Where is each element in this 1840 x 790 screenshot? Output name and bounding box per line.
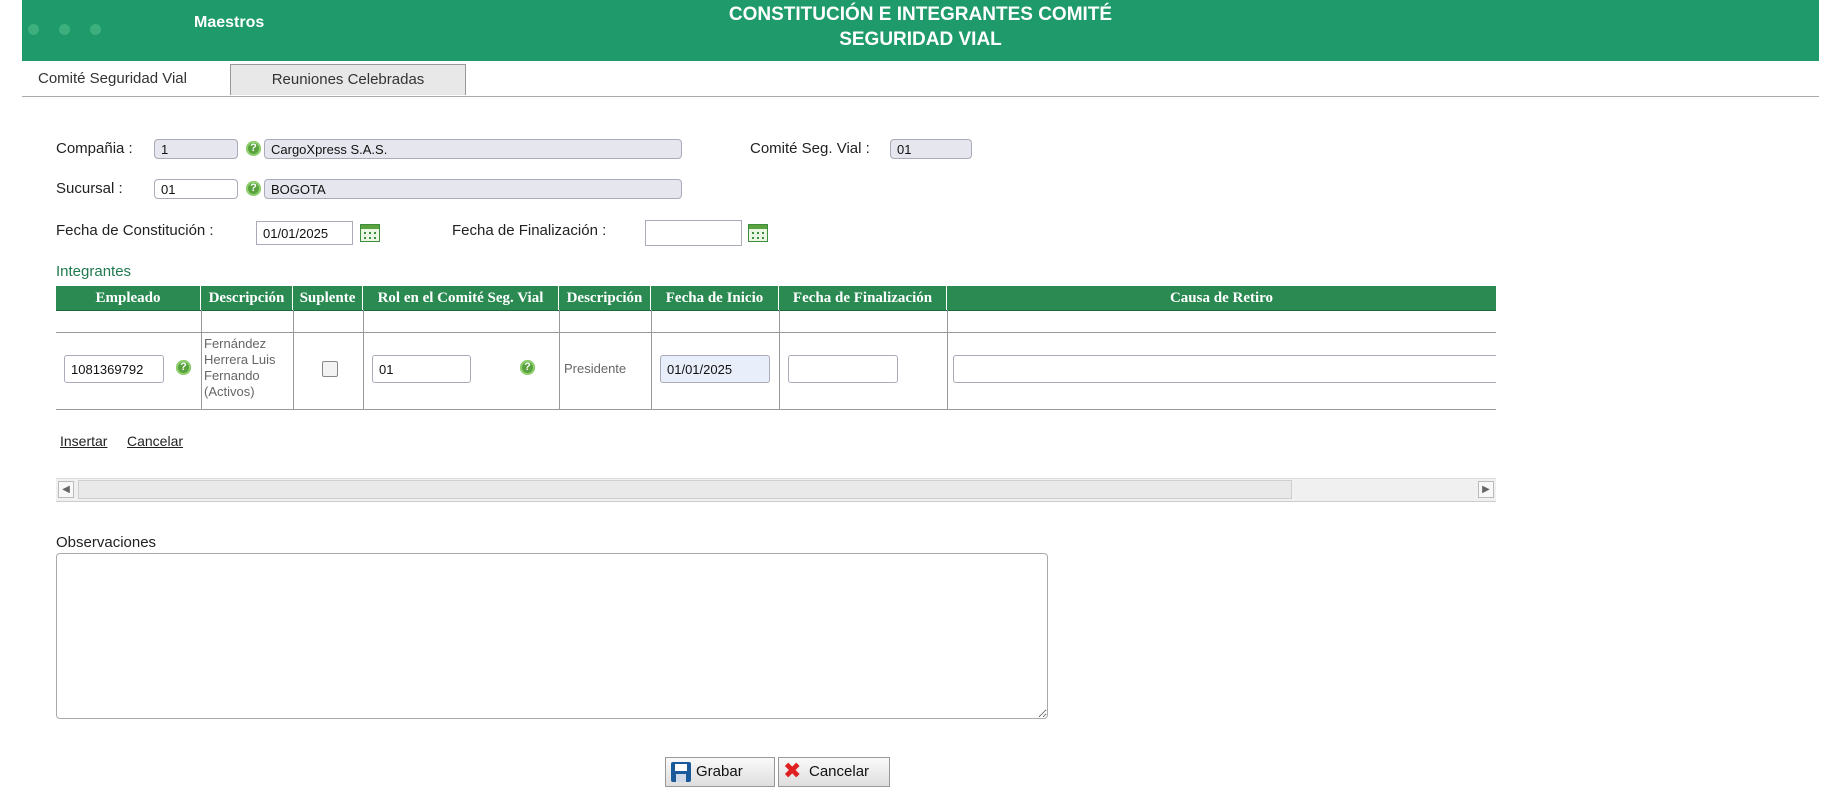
fecha-constitucion-label: Fecha de Constitución : <box>56 222 214 239</box>
compania-code-input[interactable]: 1 <box>154 139 238 159</box>
grid-divider <box>779 310 780 409</box>
grid-divider <box>201 310 202 409</box>
sucursal-label: Sucursal : <box>56 180 123 197</box>
grid-divider <box>363 310 364 409</box>
integrantes-title: Integrantes <box>56 263 132 280</box>
grabar-button[interactable]: Grabar <box>665 757 775 787</box>
scroll-thumb[interactable] <box>78 480 1292 499</box>
cancelar-button-label: Cancelar <box>809 763 870 780</box>
fecha-finalizacion-row-input[interactable] <box>788 355 898 383</box>
calendar-icon[interactable] <box>360 224 380 242</box>
col-causa-retiro[interactable]: Causa de Retiro <box>947 286 1496 310</box>
observaciones-textarea[interactable] <box>56 553 1048 719</box>
grid-divider <box>293 310 294 409</box>
causa-retiro-input[interactable] <box>953 355 1496 383</box>
table-row[interactable]: 1081369792 ? Fernández Herrera Luis Fern… <box>56 332 1496 410</box>
rol-descripcion: Presidente <box>564 361 627 376</box>
fecha-finalizacion-input[interactable] <box>645 220 742 246</box>
help-icon[interactable]: ? <box>520 360 535 375</box>
help-icon[interactable]: ? <box>176 360 191 375</box>
col-fecha-finalizacion[interactable]: Fecha de Finalización <box>779 286 947 310</box>
save-icon <box>671 762 691 782</box>
tab-bar: Comité Seguridad Vial Reuniones Celebrad… <box>22 64 1819 97</box>
header-bar: Maestros CONSTITUCIÓN E INTEGRANTES COMI… <box>22 0 1819 61</box>
empleado-descripcion: Fernández Herrera Luis Fernando (Activos… <box>204 336 276 399</box>
grabar-button-label: Grabar <box>696 763 743 780</box>
compania-name-input: CargoXpress S.A.S. <box>264 139 682 159</box>
grid-filter-row <box>56 310 1496 333</box>
suplente-checkbox[interactable] <box>322 361 338 377</box>
col-suplente[interactable]: Suplente <box>293 286 363 310</box>
fecha-constitucion-input[interactable]: 01/01/2025 <box>256 221 353 245</box>
cancelar-link[interactable]: Cancelar <box>127 433 183 449</box>
compania-label: Compañia : <box>56 140 133 157</box>
grid-divider <box>559 310 560 409</box>
tab-comite-seguridad-vial[interactable]: Comité Seguridad Vial <box>22 64 230 95</box>
horizontal-scrollbar[interactable]: ◀ ▶ <box>56 478 1496 502</box>
scroll-right-icon[interactable]: ▶ <box>1478 481 1494 498</box>
col-descripcion[interactable]: Descripción <box>201 286 293 310</box>
rol-input[interactable]: 01 <box>372 355 471 383</box>
col-rol[interactable]: Rol en el Comité Seg. Vial <box>363 286 559 310</box>
col-empleado[interactable]: Empleado <box>56 286 201 310</box>
calendar-icon[interactable] <box>748 224 768 242</box>
col-rol-descripcion[interactable]: Descripción <box>559 286 651 310</box>
grid-divider <box>651 310 652 409</box>
fecha-inicio-input[interactable]: 01/01/2025 <box>660 355 770 383</box>
fecha-finalizacion-label: Fecha de Finalización : <box>452 222 607 239</box>
cancelar-button[interactable]: ✖ Cancelar <box>778 757 890 787</box>
grid-header: Empleado Descripción Suplente Rol en el … <box>56 286 1496 311</box>
page-title-line2: SEGURIDAD VIAL <box>839 29 1002 50</box>
grid-divider <box>947 310 948 409</box>
empleado-input[interactable]: 1081369792 <box>64 355 164 383</box>
observaciones-label: Observaciones <box>56 534 157 551</box>
help-icon[interactable]: ? <box>246 141 261 156</box>
scroll-left-icon[interactable]: ◀ <box>58 481 74 498</box>
insertar-link[interactable]: Insertar <box>60 433 107 449</box>
tab-reuniones-celebradas[interactable]: Reuniones Celebradas <box>230 64 466 95</box>
close-icon: ✖ <box>783 758 802 783</box>
col-fecha-inicio[interactable]: Fecha de Inicio <box>651 286 779 310</box>
sucursal-name-input: BOGOTA <box>264 179 682 199</box>
comite-label: Comité Seg. Vial : <box>750 140 870 157</box>
page-title: CONSTITUCIÓN E INTEGRANTES COMITÉ SEGURI… <box>22 2 1819 52</box>
sucursal-code-input[interactable]: 01 <box>154 179 238 199</box>
page-title-line1: CONSTITUCIÓN E INTEGRANTES COMITÉ <box>728 4 1113 25</box>
comite-input[interactable]: 01 <box>890 139 972 159</box>
help-icon[interactable]: ? <box>246 181 261 196</box>
